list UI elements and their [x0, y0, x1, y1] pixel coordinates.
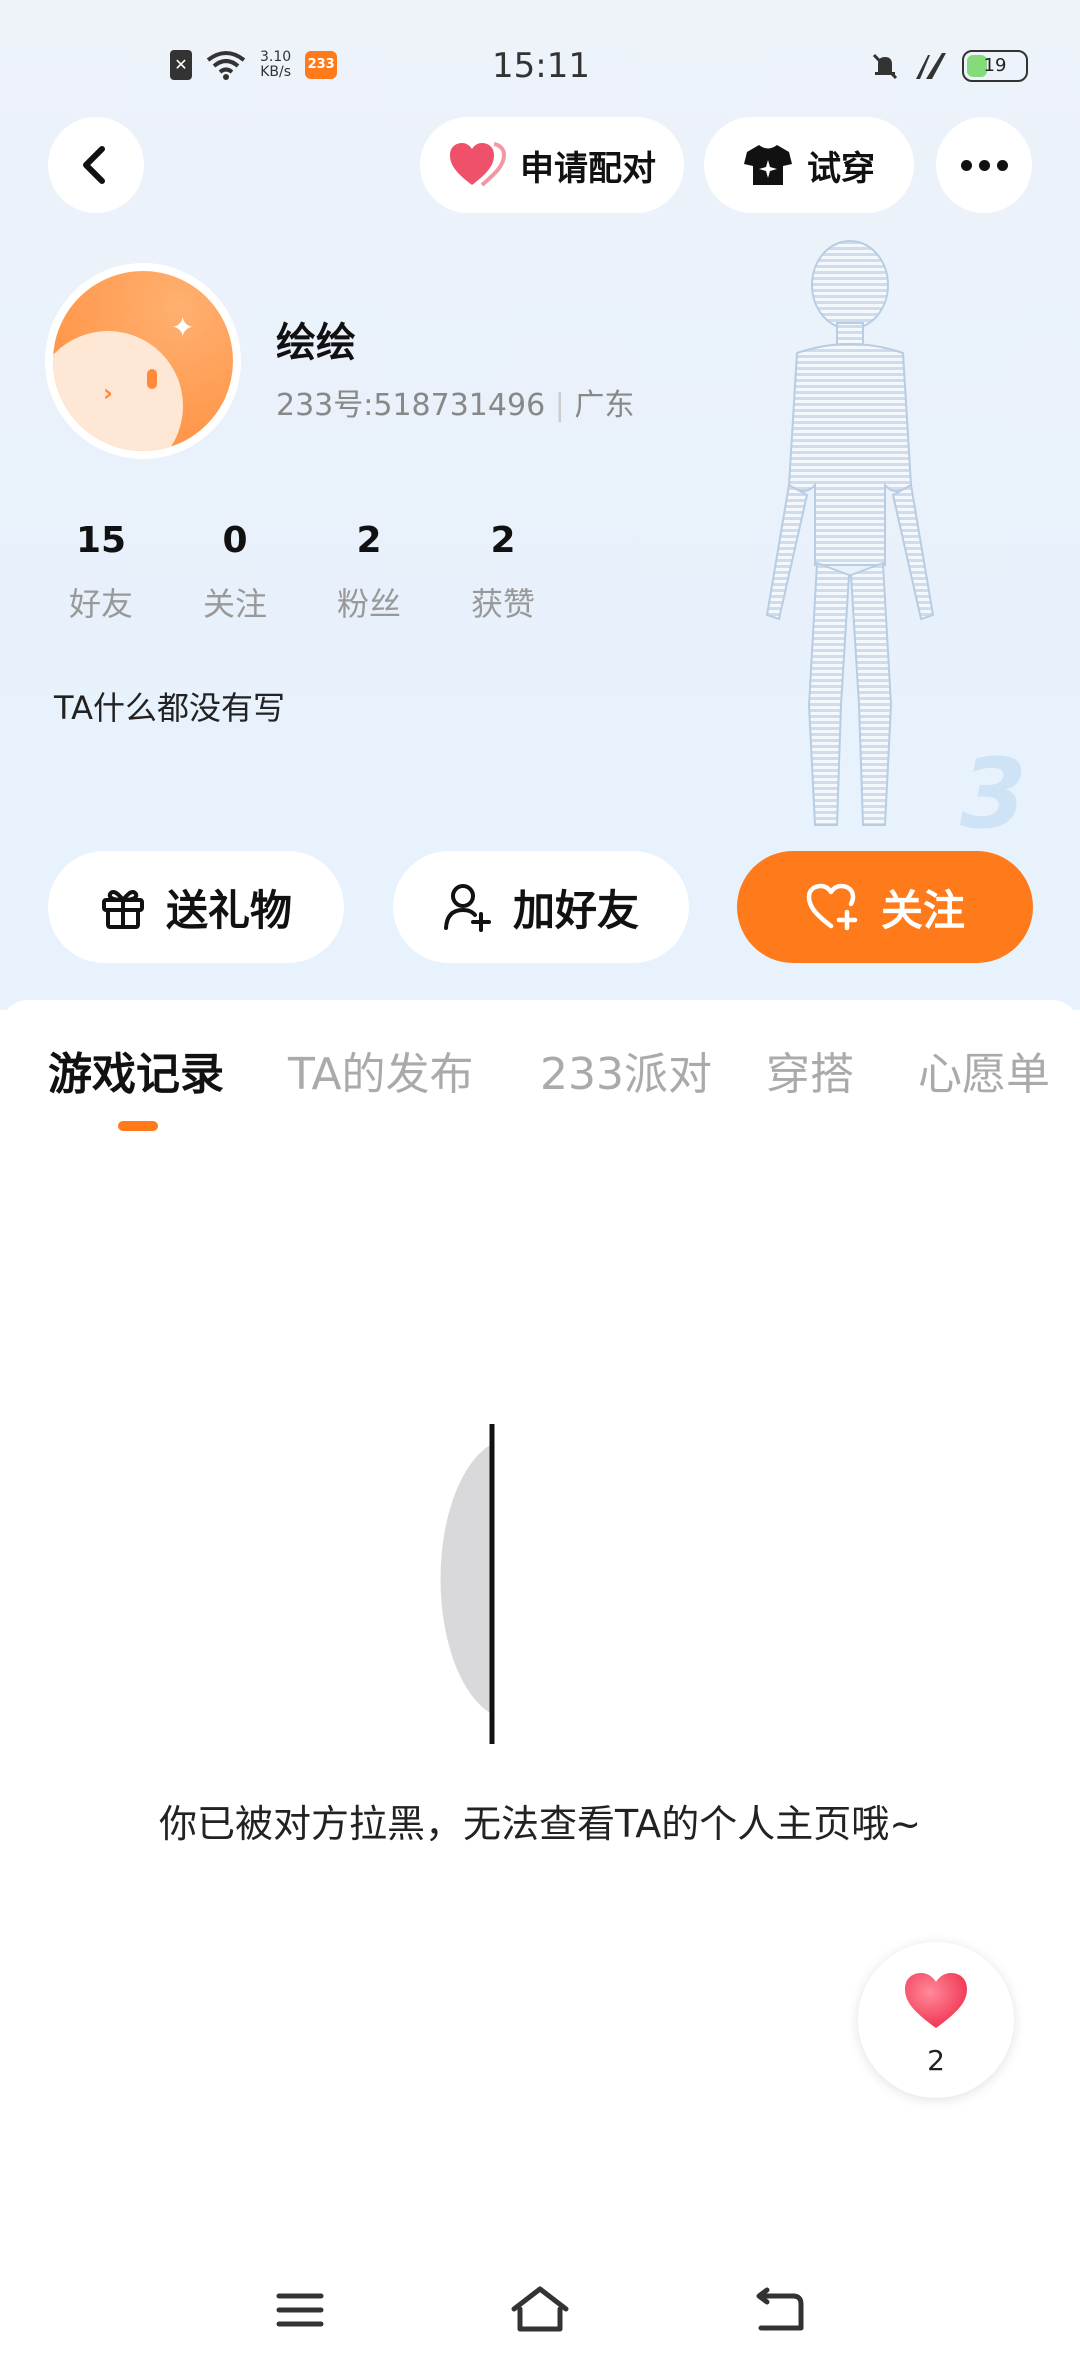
like-count: 2: [927, 2044, 945, 2077]
battery-icon: 19: [962, 50, 1028, 82]
content-panel: 游戏记录 TA的发布 233派对 穿搭 心愿单: [0, 1000, 1080, 2376]
avatar-figure[interactable]: [745, 235, 955, 845]
like-button[interactable]: 2: [858, 1942, 1014, 2098]
stat-number: 15: [75, 520, 127, 561]
mute-bell-icon: [872, 53, 898, 80]
tab-game-records[interactable]: 游戏记录: [48, 1038, 224, 1102]
status-left: ✕ 3.10 KB/s 233: [170, 50, 338, 80]
more-button[interactable]: [936, 117, 1032, 213]
apply-pair-label: 申请配对: [520, 148, 656, 189]
tab-bar: 游戏记录 TA的发布 233派对 穿搭 心愿单: [0, 1038, 1080, 1118]
add-friend-label: 加好友: [512, 885, 639, 935]
more-dot: [978, 159, 990, 171]
net-speed-value: 3.10: [260, 49, 292, 65]
tab-233-party[interactable]: 233派对: [540, 1038, 712, 1102]
net-speed: 3.10 KB/s: [260, 50, 291, 80]
sim-icon: ✕: [170, 50, 192, 80]
signal-icon: [916, 53, 946, 79]
heart-icon: [905, 1973, 967, 2028]
home-button[interactable]: [500, 2270, 580, 2350]
stat-likes[interactable]: 2 获赞: [436, 520, 570, 625]
blocked-message: 你已被对方拉黑，无法查看TA的个人主页哦~: [158, 1802, 922, 1846]
blocked-illustration: [440, 1424, 495, 1744]
system-nav-bar: [0, 2270, 1080, 2350]
menu-icon: [276, 2293, 324, 2327]
stat-label: 好友: [68, 585, 133, 623]
separator: |: [554, 388, 565, 423]
status-right: 19: [870, 50, 1028, 82]
stats-row: 15 好友 0 关注 2 粉丝 2 获赞: [34, 520, 570, 625]
avatar-eye: ›: [103, 379, 113, 407]
stat-following[interactable]: 0 关注: [168, 520, 302, 625]
username: 绘绘: [276, 320, 356, 366]
more-icon: [960, 159, 972, 171]
follow-button[interactable]: 关注: [737, 851, 1033, 963]
stat-number: 2: [356, 520, 382, 561]
wifi-icon: [206, 51, 246, 80]
user-region: 广东: [574, 388, 635, 423]
more-dot: [996, 159, 1008, 171]
add-user-icon: [443, 884, 491, 932]
sparkle-icon: ✦: [171, 311, 195, 344]
avatar-image: › ✦: [53, 271, 233, 451]
gift-icon: [101, 890, 144, 929]
return-icon: [756, 2287, 804, 2331]
user-id: 233号:518731496: [276, 388, 546, 423]
tab-outfits[interactable]: 穿搭: [766, 1038, 854, 1102]
avatar[interactable]: › ✦: [45, 263, 241, 459]
stat-friends[interactable]: 15 好友: [34, 520, 168, 625]
menu-button[interactable]: [260, 2270, 340, 2350]
follow-label: 关注: [880, 885, 965, 935]
apply-pair-button[interactable]: 申请配对: [420, 117, 684, 213]
avatar-face: [53, 331, 183, 451]
tab-wishlist[interactable]: 心愿单: [918, 1038, 1050, 1102]
top-bar: 申请配对 试穿: [0, 117, 1080, 213]
status-time: 15:11: [492, 46, 590, 86]
stat-label: 关注: [202, 585, 267, 623]
home-icon: [511, 2286, 569, 2332]
try-on-label: 试穿: [807, 148, 875, 189]
net-speed-unit: KB/s: [260, 64, 291, 80]
back-icon: [83, 146, 105, 184]
battery-level: 19: [983, 55, 1007, 76]
try-on-button[interactable]: 试穿: [704, 117, 914, 213]
action-buttons: 送礼物 加好友 关注: [0, 851, 1080, 963]
tab-ta-posts[interactable]: TA的发布: [288, 1038, 474, 1102]
badge-233-decoration: 3: [960, 738, 1027, 850]
return-button[interactable]: [740, 2270, 820, 2350]
status-bar: ✕ 3.10 KB/s 233 15:11 19: [0, 40, 1080, 96]
tshirt-icon: [744, 145, 792, 185]
stat-label: 获赞: [470, 585, 535, 623]
add-friend-button[interactable]: 加好友: [393, 851, 689, 963]
back-button[interactable]: [48, 117, 144, 213]
stat-fans[interactable]: 2 粉丝: [302, 520, 436, 625]
send-gift-button[interactable]: 送礼物: [48, 851, 344, 963]
user-id-line: 233号:518731496 | 广东: [276, 380, 634, 424]
stat-number: 0: [222, 520, 248, 561]
heart-icon: [450, 142, 506, 187]
send-gift-label: 送礼物: [165, 885, 292, 935]
avatar-eye: [147, 369, 157, 389]
stat-number: 2: [490, 520, 516, 561]
app-badge-233: 233: [305, 51, 338, 79]
tab-indicator: [118, 1121, 158, 1131]
stat-label: 粉丝: [336, 585, 401, 623]
heart-plus-icon: [806, 883, 858, 931]
bio-text: TA什么都没有写: [54, 689, 285, 727]
